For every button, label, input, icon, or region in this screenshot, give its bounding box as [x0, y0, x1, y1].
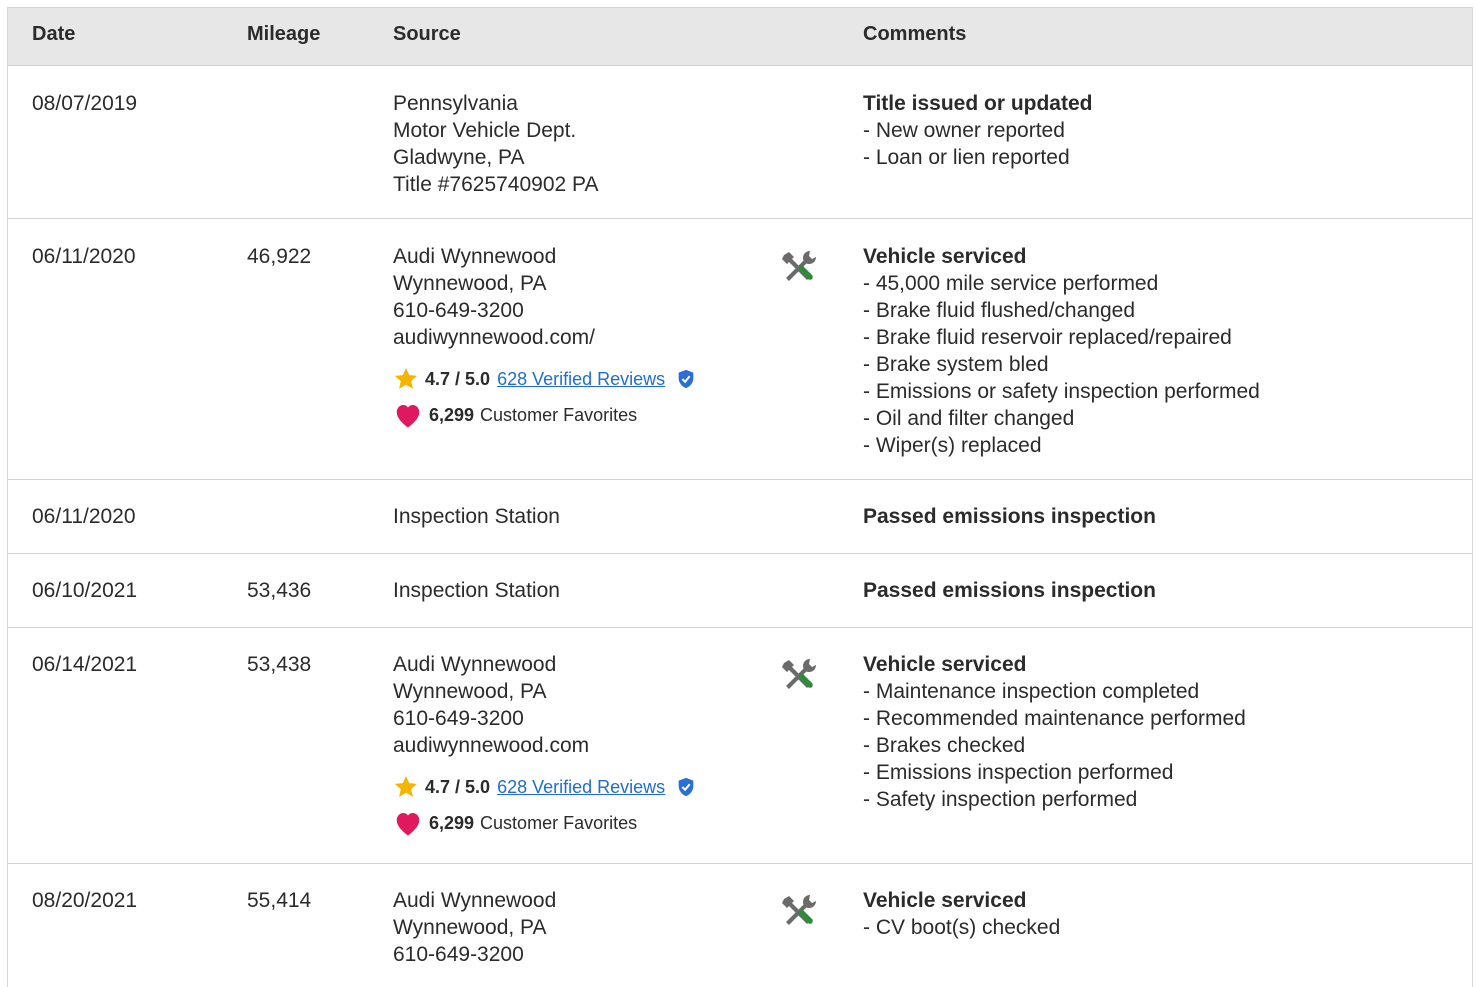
favorites-row: 6,299 Customer Favorites	[393, 809, 697, 837]
table-row: 06/11/2020 Inspection Station Passed emi…	[8, 480, 1472, 554]
verified-reviews-link[interactable]: 628 Verified Reviews	[497, 774, 665, 801]
comment-title: Passed emissions inspection	[863, 579, 1156, 602]
mileage-cell: 55,414	[247, 889, 312, 912]
table-header: Date Mileage Source Comments	[8, 8, 1472, 66]
column-header-date: Date	[32, 23, 76, 45]
source-line: audiwynnewood.com/	[393, 326, 595, 349]
table-row: 06/11/2020 46,922 Audi Wynnewood Wynnewo…	[8, 219, 1472, 480]
table-row: 08/20/2021 55,414 Audi Wynnewood Wynnewo…	[8, 864, 1472, 984]
comment-item: Recommended maintenance performed	[863, 705, 1246, 732]
comment-title: Title issued or updated	[863, 92, 1093, 115]
favorites-label: Customer Favorites	[480, 812, 638, 833]
favorites-label: Customer Favorites	[480, 404, 638, 425]
verified-shield-icon	[678, 369, 694, 389]
comments-cell: Vehicle serviced CV boot(s) checked	[863, 887, 1060, 941]
date-cell: 06/10/2021	[32, 579, 138, 602]
table-row: 06/14/2021 53,438 Audi Wynnewood Wynnewo…	[8, 628, 1472, 864]
verified-shield-icon	[678, 777, 694, 797]
source-line: Wynnewood, PA	[393, 272, 547, 295]
rating-row: 4.7 / 5.0 628 Verified Reviews	[393, 365, 697, 393]
mileage-cell: 53,436	[247, 579, 312, 602]
comment-item: Brakes checked	[863, 732, 1246, 759]
source-line: Inspection Station	[393, 579, 560, 602]
date-cell: 08/07/2019	[32, 92, 138, 115]
source-cell: Inspection Station	[393, 503, 560, 530]
comment-item: Brake system bled	[863, 351, 1260, 378]
favorites-row: 6,299 Customer Favorites	[393, 401, 697, 429]
source-line: 610-649-3200	[393, 707, 524, 730]
table-row: 08/07/2019 Pennsylvania Motor Vehicle De…	[8, 66, 1472, 219]
comment-item: Brake fluid reservoir replaced/repaired	[863, 324, 1260, 351]
comment-item: Maintenance inspection completed	[863, 678, 1246, 705]
source-line: Wynnewood, PA	[393, 916, 547, 939]
source-line: Audi Wynnewood	[393, 653, 557, 676]
table-row: 06/10/2021 53,436 Inspection Station Pas…	[8, 554, 1472, 628]
comments-cell: Passed emissions inspection	[863, 503, 1156, 530]
column-header-mileage: Mileage	[247, 23, 321, 45]
comments-cell: Vehicle serviced Maintenance inspection …	[863, 651, 1246, 813]
comment-item: New owner reported	[863, 117, 1092, 144]
source-cell: Audi Wynnewood Wynnewood, PA 610-649-320…	[393, 887, 556, 968]
source-cell: Audi Wynnewood Wynnewood, PA 610-649-320…	[393, 243, 697, 429]
service-tools-icon	[778, 891, 818, 938]
star-icon	[394, 775, 418, 797]
comment-item: Loan or lien reported	[863, 144, 1092, 171]
source-line: 610-649-3200	[393, 299, 524, 322]
service-tools-icon	[778, 655, 818, 702]
source-cell: Pennsylvania Motor Vehicle Dept. Gladwyn…	[393, 90, 599, 198]
comment-item: 45,000 mile service performed	[863, 270, 1260, 297]
comment-item: Brake fluid flushed/changed	[863, 297, 1260, 324]
column-header-comments: Comments	[863, 23, 967, 45]
comment-item: Wiper(s) replaced	[863, 432, 1260, 459]
source-line: Audi Wynnewood	[393, 889, 557, 912]
source-line: Pennsylvania	[393, 92, 518, 115]
vehicle-history-table: Date Mileage Source Comments 08/07/2019 …	[7, 7, 1473, 987]
comments-cell: Title issued or updated New owner report…	[863, 90, 1092, 171]
heart-icon	[396, 405, 420, 428]
comment-item: Emissions or safety inspection performed	[863, 378, 1260, 405]
rating-score: 4.7 / 5.0	[425, 776, 491, 797]
source-line: Audi Wynnewood	[393, 245, 557, 268]
mileage-cell: 46,922	[247, 245, 312, 268]
heart-icon	[396, 813, 420, 836]
source-line: audiwynnewood.com	[393, 734, 590, 757]
comments-cell: Passed emissions inspection	[863, 577, 1156, 604]
source-line: 610-649-3200	[393, 943, 524, 966]
verified-reviews-link[interactable]: 628 Verified Reviews	[497, 366, 665, 393]
comment-title: Vehicle serviced	[863, 889, 1027, 912]
rating-score: 4.7 / 5.0	[425, 368, 491, 389]
comment-title: Vehicle serviced	[863, 245, 1027, 268]
comment-item: Safety inspection performed	[863, 786, 1246, 813]
source-line: Wynnewood, PA	[393, 680, 547, 703]
date-cell: 08/20/2021	[32, 889, 138, 912]
date-cell: 06/11/2020	[32, 245, 136, 268]
date-cell: 06/14/2021	[32, 653, 138, 676]
source-line: Gladwyne, PA	[393, 146, 525, 169]
source-line: Inspection Station	[393, 505, 560, 528]
source-cell: Inspection Station	[393, 577, 560, 604]
comment-item: CV boot(s) checked	[863, 914, 1060, 941]
comments-cell: Vehicle serviced 45,000 mile service per…	[863, 243, 1260, 459]
date-cell: 06/11/2020	[32, 505, 136, 528]
service-tools-icon	[778, 247, 818, 294]
comment-title: Vehicle serviced	[863, 653, 1027, 676]
source-line: Motor Vehicle Dept.	[393, 119, 577, 142]
rating-row: 4.7 / 5.0 628 Verified Reviews	[393, 773, 697, 801]
comment-item: Oil and filter changed	[863, 405, 1260, 432]
comment-title: Passed emissions inspection	[863, 505, 1156, 528]
source-cell: Audi Wynnewood Wynnewood, PA 610-649-320…	[393, 651, 697, 837]
comment-item: Emissions inspection performed	[863, 759, 1246, 786]
source-line: Title #7625740902 PA	[393, 173, 599, 196]
column-header-source: Source	[393, 23, 461, 45]
favorites-count: 6,299	[429, 812, 475, 833]
star-icon	[394, 367, 418, 389]
mileage-cell: 53,438	[247, 653, 312, 676]
favorites-count: 6,299	[429, 404, 475, 425]
